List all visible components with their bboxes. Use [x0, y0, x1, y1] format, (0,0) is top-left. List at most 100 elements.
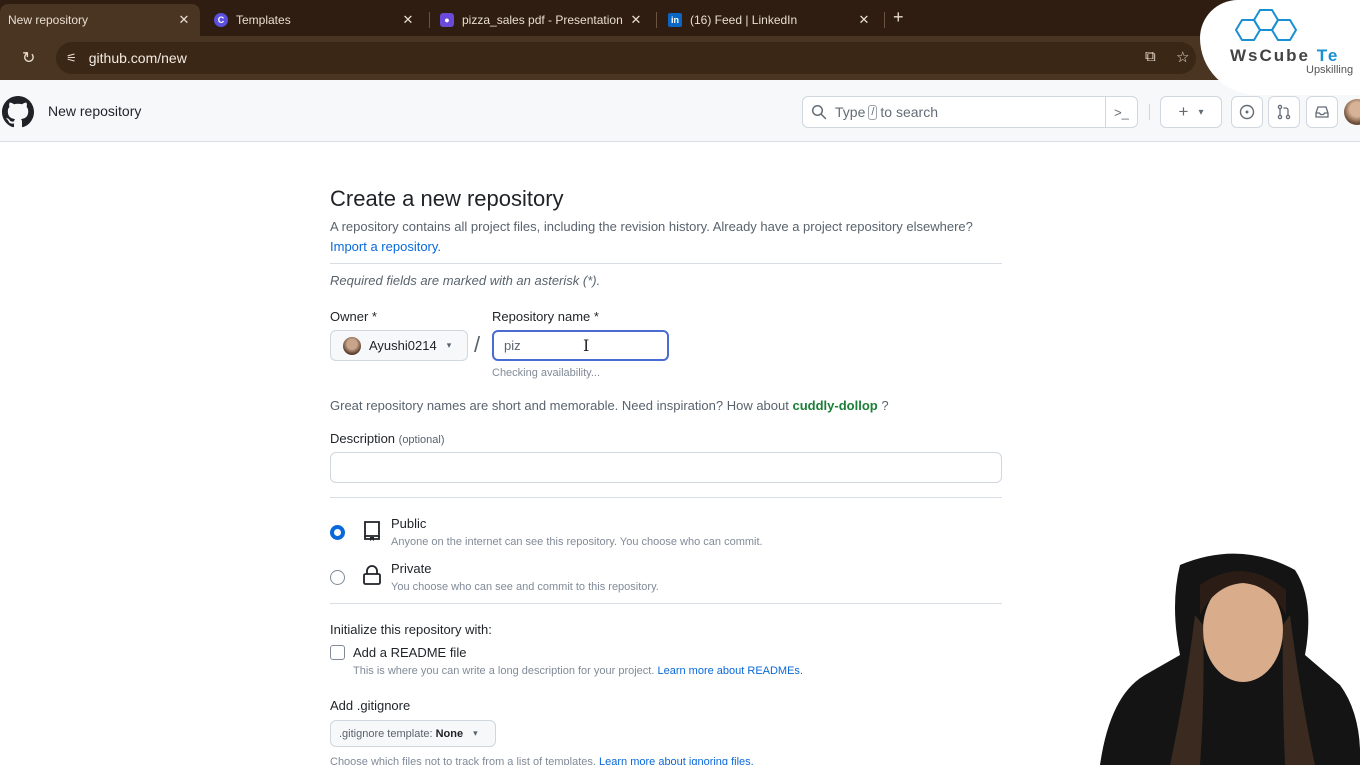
search-icon: [811, 104, 827, 120]
tab-title: Templates: [236, 13, 291, 27]
chevron-down-icon: ▾: [1198, 106, 1204, 118]
readme-desc-text: This is where you can write a long descr…: [353, 665, 655, 677]
visibility-private-title: Private: [391, 561, 432, 576]
hexagon-logo-icon: [1234, 9, 1298, 41]
plus-icon: +: [1178, 102, 1189, 121]
install-app-icon[interactable]: ⧉: [1145, 48, 1156, 65]
add-readme-label[interactable]: Add a README file: [353, 645, 466, 660]
tab-separator: [429, 12, 430, 28]
tab-templates[interactable]: C Templates ✕: [214, 4, 420, 36]
search-placeholder-suffix: to search: [880, 104, 939, 120]
repo-icon: [364, 521, 380, 541]
visibility-private-description: You choose who can see and commit to thi…: [391, 581, 659, 593]
gitignore-template-dropdown[interactable]: .gitignore template: None ▾: [330, 720, 496, 747]
repository-name-input[interactable]: [492, 330, 669, 361]
tab-separator: [884, 12, 885, 28]
initialize-heading: Initialize this repository with:: [330, 622, 492, 637]
header-divider: [1149, 104, 1150, 120]
import-repository-link[interactable]: Import a repository.: [330, 239, 441, 254]
readme-description: This is where you can write a long descr…: [353, 665, 803, 677]
url-text[interactable]: github.com/new: [89, 50, 187, 66]
browser-toolbar: ↻ ⚟ github.com/new ⧉ ☆: [0, 36, 1360, 80]
section-divider: [330, 497, 1002, 498]
wscube-watermark: WsCube Te Upskilling: [1200, 0, 1360, 95]
search-placeholder-prefix: Type: [835, 104, 866, 120]
visibility-public-description: Anyone on the internet can see this repo…: [391, 536, 763, 548]
owner-label: Owner *: [330, 309, 377, 324]
visibility-private-radio[interactable]: [330, 570, 345, 585]
inspiration-text: Great repository names are short and mem…: [330, 398, 789, 413]
watermark-tagline: Upskilling: [1306, 64, 1354, 76]
add-readme-checkbox[interactable]: [330, 645, 345, 660]
bookmark-star-icon[interactable]: ☆: [1176, 48, 1189, 66]
watermark-brand: WsCube Te: [1230, 46, 1340, 65]
section-divider: [330, 263, 1002, 264]
owner-value: Ayushi0214: [369, 338, 437, 353]
presenter-video-overlay: [1100, 553, 1360, 765]
reload-icon[interactable]: ↻: [22, 48, 35, 68]
issue-opened-icon: [1239, 104, 1255, 120]
search-shortcut-key: /: [868, 104, 878, 120]
chevron-down-icon: ▾: [446, 340, 452, 350]
text-cursor-icon: I: [583, 336, 590, 355]
inspiration-end: ?: [881, 398, 889, 413]
tab-pizza-sales-presentation[interactable]: ● pizza_sales pdf - Presentation ✕: [440, 4, 648, 36]
visibility-public-title: Public: [391, 516, 427, 531]
gitignore-heading: Add .gitignore: [330, 698, 411, 713]
gitignore-value: None: [435, 727, 464, 740]
tab-title: (16) Feed | LinkedIn: [690, 13, 798, 27]
visibility-public-radio[interactable]: [330, 525, 345, 540]
section-divider: [330, 603, 1002, 604]
address-bar[interactable]: ⚟ github.com/new: [56, 42, 1196, 74]
availability-status: Checking availability...: [492, 367, 601, 379]
subtitle-text: A repository contains all project files,…: [330, 219, 973, 234]
close-tab-icon[interactable]: ✕: [400, 12, 416, 28]
name-inspiration: Great repository names are short and mem…: [330, 398, 889, 413]
close-tab-icon[interactable]: ✕: [856, 12, 872, 28]
chevron-down-icon: ▾: [473, 728, 478, 738]
optional-hint: (optional): [398, 434, 445, 446]
page-title: Create a new repository: [330, 186, 564, 211]
lock-icon: [363, 565, 381, 585]
required-fields-note: Required fields are marked with an aster…: [330, 273, 601, 288]
site-info-icon[interactable]: ⚟: [66, 51, 77, 65]
command-palette-icon[interactable]: >_: [1105, 97, 1137, 127]
issues-button[interactable]: [1231, 96, 1263, 128]
canva-favicon-icon: C: [214, 13, 228, 27]
gitignore-prefix: .gitignore template:: [339, 727, 433, 740]
gitignore-description: Choose which files not to track from a l…: [330, 756, 754, 765]
learn-more-ignoring-files-link[interactable]: Learn more about ignoring files.: [599, 756, 754, 765]
tab-title: pizza_sales pdf - Presentation: [462, 13, 623, 27]
tab-separator: [656, 12, 657, 28]
pull-requests-button[interactable]: [1268, 96, 1300, 128]
learn-more-readmes-link[interactable]: Learn more about READMEs.: [657, 665, 803, 677]
description-input[interactable]: [330, 452, 1002, 483]
description-label: Description (optional): [330, 431, 445, 446]
github-logo-icon[interactable]: [2, 96, 34, 128]
page-subtitle: A repository contains all project files,…: [330, 217, 1010, 257]
inbox-button[interactable]: [1306, 96, 1338, 128]
tab-new-repository[interactable]: New repository ✕: [0, 4, 200, 36]
search-input[interactable]: Type / to search >_: [802, 96, 1138, 128]
browser-tab-bar: New repository ✕ C Templates ✕ ● pizza_s…: [0, 0, 1360, 36]
description-label-text: Description: [330, 431, 396, 446]
repository-name-label: Repository name *: [492, 309, 599, 324]
linkedin-favicon-icon: in: [668, 13, 682, 27]
user-avatar[interactable]: [1344, 99, 1360, 125]
new-tab-button[interactable]: +: [893, 8, 904, 26]
inbox-icon: [1315, 106, 1329, 118]
owner-avatar: [343, 336, 361, 355]
suggested-name-link[interactable]: cuddly-dollop: [792, 398, 877, 413]
tab-linkedin-feed[interactable]: in (16) Feed | LinkedIn ✕: [668, 4, 876, 36]
github-header: New repository Type / to search >_ + ▾: [0, 80, 1360, 142]
owner-repo-separator: /: [474, 332, 481, 357]
create-new-button[interactable]: + ▾: [1160, 96, 1222, 128]
gitignore-desc-text: Choose which files not to track from a l…: [330, 756, 596, 765]
owner-dropdown[interactable]: Ayushi0214 ▾: [330, 330, 468, 361]
header-context-title: New repository: [48, 103, 142, 119]
tab-title: New repository: [8, 13, 89, 27]
close-tab-icon[interactable]: ✕: [176, 12, 192, 28]
git-pull-request-icon: [1277, 104, 1291, 120]
close-tab-icon[interactable]: ✕: [628, 12, 644, 28]
presentation-favicon-icon: ●: [440, 13, 454, 27]
